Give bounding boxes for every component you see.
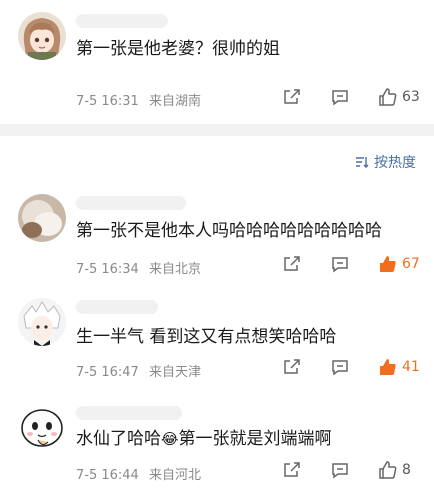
comment-actions: 63 (254, 87, 420, 107)
share-button[interactable] (282, 87, 302, 107)
comment-meta: 7-5 16:34 来自北京 (76, 258, 201, 277)
comment-actions: 8 (254, 460, 420, 480)
avatar[interactable] (18, 404, 66, 452)
like-button[interactable]: 41 (378, 357, 420, 377)
comment-date: 7-5 16:47 (76, 365, 139, 380)
like-count: 67 (402, 256, 420, 272)
section-divider (0, 124, 434, 136)
comment-button[interactable] (330, 254, 350, 274)
comment-location: 来自河北 (148, 468, 201, 483)
comment-location: 来自天津 (148, 365, 201, 380)
comment-button[interactable] (330, 460, 350, 480)
avatar[interactable] (18, 12, 66, 60)
comment-date: 7-5 16:34 (76, 262, 139, 277)
share-button[interactable] (282, 460, 302, 480)
like-button[interactable]: 67 (378, 254, 420, 274)
thumbs-up-icon (380, 359, 396, 375)
like-button[interactable]: 63 (378, 87, 420, 107)
laughing-emoji: 😂 (161, 430, 179, 448)
username[interactable] (76, 406, 182, 420)
thumbs-up-icon (379, 88, 397, 106)
comment-meta: 7-5 16:31 来自湖南 (76, 90, 201, 109)
comment-button[interactable] (330, 357, 350, 377)
comment-date: 7-5 16:31 (76, 94, 139, 109)
sort-label: 按热度 (374, 155, 416, 171)
comment-icon (332, 463, 348, 479)
comment-location: 来自湖南 (148, 94, 201, 109)
username[interactable] (76, 196, 186, 210)
thumbs-up-icon (380, 256, 396, 272)
comment-text: 第一张不是他本人吗哈哈哈哈哈哈哈哈哈 (76, 221, 382, 241)
like-count: 8 (402, 462, 411, 478)
sort-icon (356, 157, 369, 168)
comment-meta: 7-5 16:47 来自天津 (76, 361, 201, 380)
comment-text-part: 第一张就是刘端端啊 (178, 429, 332, 449)
share-icon (284, 359, 300, 374)
comment-actions: 41 (254, 357, 420, 377)
comment-text: 第一张是他老婆？很帅的姐 (76, 39, 280, 59)
username[interactable] (76, 300, 158, 314)
username[interactable] (76, 14, 168, 28)
comment-icon (332, 360, 348, 376)
sort-by-hot-button[interactable]: 按热度 (355, 152, 416, 172)
comment-location: 来自北京 (148, 262, 201, 277)
comment-date: 7-5 16:44 (76, 468, 139, 483)
share-icon (284, 89, 300, 104)
comment-meta: 7-5 16:44 来自河北 (76, 464, 201, 483)
avatar[interactable] (18, 194, 66, 242)
comment-button[interactable] (330, 87, 350, 107)
thumbs-up-icon (379, 461, 397, 479)
comment-text: 水仙了哈哈😂第一张就是刘端端啊 (76, 428, 332, 450)
comment-actions: 67 (254, 254, 420, 274)
comment-text: 生一半气 看到这又有点想笑哈哈哈 (76, 327, 337, 347)
share-icon (284, 256, 300, 271)
like-count: 63 (402, 89, 420, 105)
comment-text-part: 水仙了哈哈 (76, 429, 161, 449)
like-button[interactable]: 8 (378, 460, 420, 480)
comment-icon (332, 257, 348, 273)
share-button[interactable] (282, 357, 302, 377)
like-count: 41 (402, 359, 420, 375)
share-icon (284, 462, 300, 477)
avatar[interactable] (18, 298, 66, 346)
comment-icon (332, 90, 348, 106)
share-button[interactable] (282, 254, 302, 274)
